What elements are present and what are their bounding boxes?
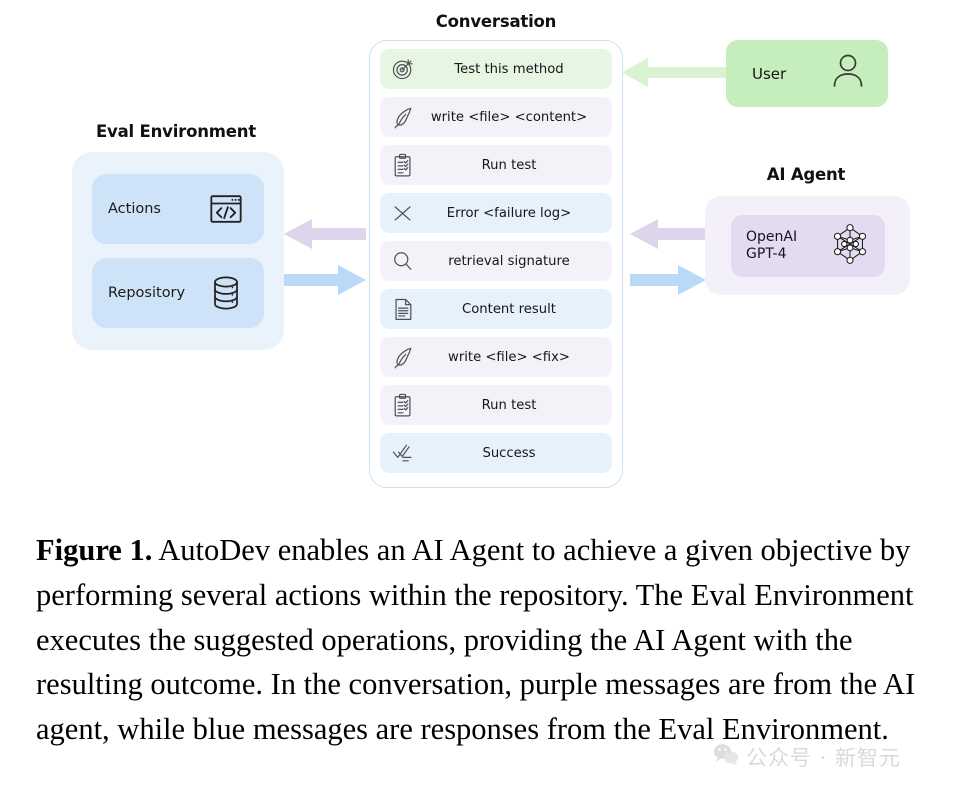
conversation-message[interactable]: Run test xyxy=(380,385,612,425)
eval-card-actions-label: Actions xyxy=(108,201,161,217)
eval-environment-title: Eval Environment xyxy=(95,122,257,141)
eval-card-actions[interactable]: Actions xyxy=(92,174,264,244)
person-icon xyxy=(830,52,866,95)
user-panel[interactable]: User xyxy=(726,40,888,107)
cross-icon xyxy=(388,198,418,228)
conversation-message[interactable]: Content result xyxy=(380,289,612,329)
conversation-message[interactable]: Test this method xyxy=(380,49,612,89)
figure-caption-label: Figure 1. xyxy=(36,533,153,567)
eval-card-repository-label: Repository xyxy=(108,285,186,301)
figure-caption: Figure 1. AutoDev enables an AI Agent to… xyxy=(36,528,924,752)
code-window-icon xyxy=(204,187,248,231)
conversation-panel: Test this method write <file> <content> Ru… xyxy=(369,40,623,488)
figure-caption-body: AutoDev enables an AI Agent to achieve a… xyxy=(36,533,916,747)
conversation-message[interactable]: Error <failure log> xyxy=(380,193,612,233)
eval-environment-panel: Actions Repository xyxy=(72,152,284,350)
ai-agent-title: AI Agent xyxy=(766,165,846,184)
user-label: User xyxy=(752,64,787,83)
conversation-message-text: retrieval signature xyxy=(448,253,570,269)
document-icon xyxy=(388,294,418,324)
ai-agent-model-label: OpenAI GPT-4 xyxy=(746,228,798,263)
quill-icon xyxy=(388,342,418,372)
conversation-message-text: Success xyxy=(482,445,536,461)
quill-icon xyxy=(388,102,418,132)
ai-agent-model-card[interactable]: OpenAI GPT-4 xyxy=(731,215,885,277)
arrow-user-to-conversation xyxy=(622,58,726,87)
arrow-conversation-to-agent xyxy=(630,265,706,295)
ai-agent-panel: OpenAI GPT-4 xyxy=(705,196,910,295)
arrow-conversation-to-eval xyxy=(284,219,366,249)
conversation-message-text: Run test xyxy=(481,157,537,173)
arrow-eval-to-conversation xyxy=(284,265,366,295)
conversation-message-text: write <file> <fix> xyxy=(448,349,570,365)
conversation-message[interactable]: retrieval signature xyxy=(380,241,612,281)
conversation-message[interactable]: Success xyxy=(380,433,612,473)
neural-network-icon xyxy=(827,221,873,272)
target-icon xyxy=(388,54,418,84)
clipboard-check-icon xyxy=(388,150,418,180)
conversation-message-text: write <file> <content> xyxy=(430,109,588,125)
clipboard-check-icon xyxy=(388,390,418,420)
conversation-message-text: Error <failure log> xyxy=(446,205,572,221)
conversation-message[interactable]: write <file> <fix> xyxy=(380,337,612,377)
conversation-message-text: Content result xyxy=(462,301,556,317)
magnifier-icon xyxy=(388,246,418,276)
conversation-message[interactable]: Run test xyxy=(380,145,612,185)
eval-card-repository[interactable]: Repository xyxy=(92,258,264,328)
checklist-icon xyxy=(388,438,418,468)
arrow-agent-to-conversation xyxy=(630,219,706,249)
conversation-message-text: Test this method xyxy=(454,61,564,77)
conversation-title: Conversation xyxy=(435,12,557,31)
conversation-message[interactable]: write <file> <content> xyxy=(380,97,612,137)
database-icon xyxy=(204,271,248,315)
conversation-message-text: Run test xyxy=(481,397,537,413)
